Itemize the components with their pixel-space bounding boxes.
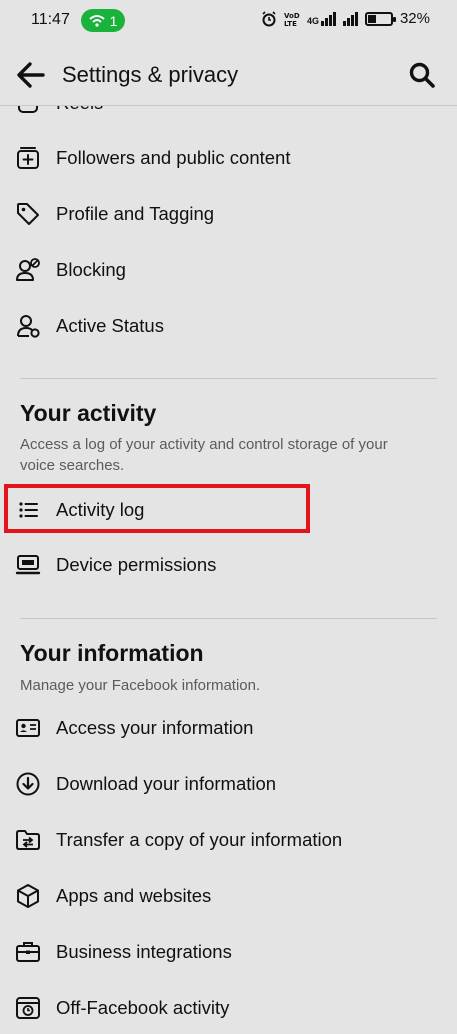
cube-icon: [14, 882, 42, 910]
signal-icon: [342, 11, 358, 26]
search-button[interactable]: [407, 60, 437, 90]
battery-percent: 32%: [399, 10, 430, 27]
settings-item-label: Profile and Tagging: [56, 203, 215, 224]
settings-item-apps-websites[interactable]: Apps and websites: [0, 870, 457, 922]
settings-item-profile-tagging[interactable]: Profile and Tagging: [0, 188, 457, 240]
status-bar: 11:47 1 VoD LTE 4G 32%: [0, 0, 457, 42]
section-description-your-information: Manage your Facebook information.: [20, 677, 261, 694]
download-circle-icon: [14, 770, 42, 798]
svg-text:LTE: LTE: [284, 20, 297, 27]
add-square-icon: [14, 144, 42, 172]
alarm-icon: [262, 10, 276, 26]
highlight-box: [4, 484, 310, 533]
device-icon: [14, 551, 42, 579]
hotspot-indicator: 1: [81, 9, 125, 32]
volte-icon: VoD LTE: [284, 12, 300, 27]
status-time: 11:47: [31, 11, 70, 28]
settings-item-label: Download your information: [56, 773, 277, 794]
settings-item-label: Access your information: [56, 717, 254, 738]
section-title-your-activity: Your activity: [20, 400, 157, 426]
page-title: Settings & privacy: [62, 62, 239, 87]
folder-transfer-icon: [14, 826, 42, 854]
signal-4g-icon: 4G: [307, 11, 336, 26]
arrow-left-icon: [17, 62, 45, 88]
settings-item-label: Transfer a copy of your information: [56, 829, 343, 850]
briefcase-icon: [14, 938, 42, 966]
settings-item-followers[interactable]: Followers and public content: [0, 132, 457, 184]
person-status-icon: [14, 312, 42, 340]
settings-item-blocking[interactable]: Blocking: [0, 244, 457, 296]
id-card-icon: [14, 714, 42, 742]
settings-item-active-status[interactable]: Active Status: [0, 300, 457, 352]
settings-item-access-information[interactable]: Access your information: [0, 702, 457, 754]
section-title-your-information: Your information: [20, 640, 204, 666]
settings-item-device-permissions[interactable]: Device permissions: [0, 539, 457, 591]
section-description-your-activity: Access a log of your activity and contro…: [20, 436, 388, 474]
section-divider: [20, 618, 437, 619]
settings-item-label: Off-Facebook activity: [56, 997, 230, 1018]
settings-item-download-information[interactable]: Download your information: [0, 758, 457, 810]
settings-item-label: Business integrations: [56, 941, 232, 962]
wifi-icon: [88, 14, 105, 27]
svg-text:VoD: VoD: [284, 12, 300, 20]
settings-item-label: Blocking: [56, 259, 126, 280]
settings-item-label: Device permissions: [56, 554, 217, 575]
blocked-person-icon: [14, 256, 42, 284]
settings-item-label: Apps and websites: [56, 885, 212, 906]
history-icon: [14, 994, 42, 1022]
status-icons: VoD LTE 4G 32%: [261, 10, 430, 27]
settings-item-off-facebook-activity[interactable]: Off-Facebook activity: [0, 982, 457, 1034]
settings-item-label: Followers and public content: [56, 147, 291, 168]
battery-icon: [364, 11, 396, 26]
settings-item-business-integrations[interactable]: Business integrations: [0, 926, 457, 978]
section-divider: [20, 378, 437, 379]
settings-item-transfer-copy[interactable]: Transfer a copy of your information: [0, 814, 457, 866]
app-header: Settings & privacy: [0, 44, 457, 106]
back-button[interactable]: [14, 58, 48, 92]
tag-icon: [14, 200, 42, 228]
search-icon: [409, 62, 435, 88]
hotspot-count: 1: [109, 12, 118, 29]
settings-item-label: Active Status: [56, 315, 164, 336]
